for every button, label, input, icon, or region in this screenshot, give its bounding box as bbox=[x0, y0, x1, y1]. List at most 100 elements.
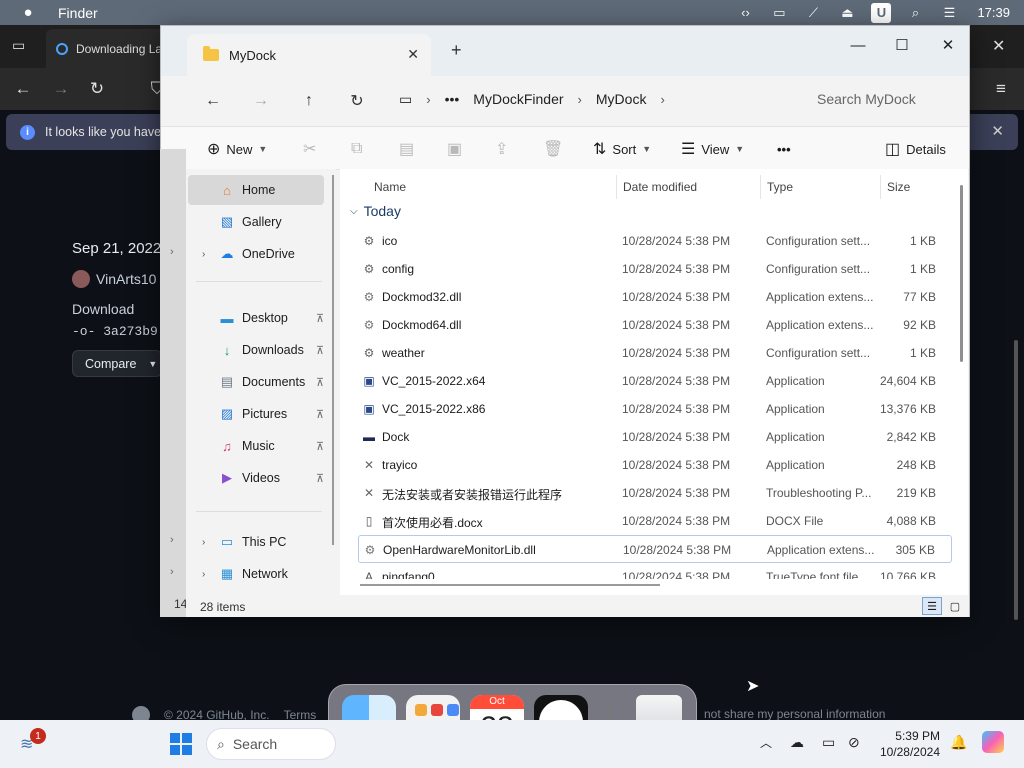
refresh-icon[interactable]: ↻ bbox=[345, 90, 369, 112]
horizontal-scrollbar[interactable] bbox=[360, 584, 660, 586]
display-icon[interactable]: ▭ bbox=[822, 734, 835, 751]
view-button[interactable]: ☰ View ▼ bbox=[681, 127, 744, 171]
table-row[interactable]: ▣ VC_2015-2022.x64 10/28/2024 5:38 PM Appli… bbox=[358, 367, 952, 395]
more-options-button[interactable]: ••• bbox=[777, 127, 791, 171]
back-icon[interactable]: ← bbox=[8, 68, 38, 110]
nav-item-network[interactable]: › ▦ Network bbox=[188, 559, 324, 589]
address-bar[interactable]: ▭ › ••• MyDockFinder › MyDock › bbox=[391, 82, 796, 116]
search-input[interactable]: Search MyDock bbox=[801, 82, 969, 116]
nav-item-music[interactable]: ♫ Music ⊼ bbox=[188, 431, 324, 461]
table-row[interactable]: ⚙ OpenHardwareMonitorLib.dll 10/28/2024 5:… bbox=[358, 535, 952, 563]
rename-button[interactable]: ▣ bbox=[447, 127, 462, 171]
table-row[interactable]: ⚙ weather 10/28/2024 5:38 PM Configuration … bbox=[358, 339, 952, 367]
monitor-icon[interactable]: ▭ bbox=[769, 3, 789, 23]
table-row[interactable]: ▣ VC_2015-2022.x86 10/28/2024 5:38 PM Appli… bbox=[358, 395, 952, 423]
copilot-icon[interactable] bbox=[982, 731, 1004, 753]
copy-button[interactable]: ⧉ bbox=[351, 127, 362, 171]
apple-menu-icon[interactable]: ● bbox=[20, 4, 36, 21]
network-off-icon[interactable]: ⊘ bbox=[848, 734, 860, 751]
chevron-right-icon[interactable]: › bbox=[202, 249, 205, 260]
file-date: 10/28/2024 5:38 PM bbox=[622, 570, 731, 579]
menubar-clock[interactable]: 17:39 bbox=[977, 5, 1010, 20]
close-icon[interactable]: ✕ bbox=[925, 30, 971, 60]
browser-menu-icon[interactable]: ≡ bbox=[986, 68, 1016, 110]
pin-icon[interactable]: ⊼ bbox=[316, 408, 324, 421]
compare-button[interactable]: Compare ▼ bbox=[72, 350, 162, 377]
nav-item-desktop[interactable]: ▬ Desktop ⊼ bbox=[188, 303, 325, 333]
chevron-right-icon[interactable]: › bbox=[202, 537, 205, 548]
pin-icon[interactable]: ⊼ bbox=[316, 344, 324, 357]
table-row[interactable]: ✕ 无法安装或者安装报错运行此程序 10/28/2024 5:38 PM Troubl… bbox=[358, 479, 952, 507]
forward-icon[interactable]: → bbox=[46, 68, 76, 110]
share-button[interactable]: ⇪ bbox=[495, 127, 508, 171]
nav-scrollbar[interactable] bbox=[332, 175, 334, 545]
chevron-down-icon: ▼ bbox=[735, 144, 745, 154]
commit-hash[interactable]: -o- 3a273b9 bbox=[72, 324, 158, 339]
tiles-view-icon[interactable]: ▢ bbox=[946, 597, 964, 615]
code-icon[interactable]: ‹› bbox=[735, 3, 755, 23]
delete-button[interactable]: 🗑 bbox=[543, 127, 563, 171]
nav-item-gallery[interactable]: ▧ Gallery bbox=[188, 207, 324, 237]
tab-list-icon[interactable]: ▭ bbox=[12, 37, 25, 54]
app-menu-finder[interactable]: Finder bbox=[58, 5, 98, 21]
reload-icon[interactable]: ↻ bbox=[82, 68, 112, 110]
paste-button[interactable]: ▤ bbox=[399, 127, 414, 171]
start-button[interactable] bbox=[170, 733, 192, 755]
breadcrumb-mydock[interactable]: MyDock bbox=[596, 91, 647, 107]
nav-item-thispc[interactable]: › ▭ This PC bbox=[188, 527, 324, 557]
download-link[interactable]: Download bbox=[72, 301, 134, 317]
explorer-tab[interactable]: MyDock ✕ bbox=[187, 34, 431, 76]
back-icon[interactable]: ← bbox=[201, 90, 225, 112]
details-view-icon[interactable]: ☰ bbox=[922, 597, 942, 615]
gallery-icon: ▧ bbox=[220, 214, 234, 229]
nav-item-documents[interactable]: ▤ Documents ⊼ bbox=[188, 367, 324, 397]
cloud-off-icon[interactable]: ☁ bbox=[790, 734, 804, 751]
details-button[interactable]: ◫ Details bbox=[885, 127, 946, 171]
up-icon[interactable]: ↑ bbox=[297, 90, 321, 112]
footer-privacy-link[interactable]: not share my personal information bbox=[704, 707, 885, 721]
taskbar-clock[interactable]: 5:39 PM 10/28/2024 bbox=[876, 728, 940, 760]
chevron-right-icon[interactable]: › bbox=[202, 569, 205, 580]
release-author[interactable]: VinArts10 bbox=[72, 270, 156, 288]
chevron-up-icon[interactable]: ︿ bbox=[760, 734, 772, 751]
new-button[interactable]: ⊕ New ▼ bbox=[207, 127, 267, 171]
wifi-off-icon[interactable]: ⟋ bbox=[803, 3, 823, 23]
table-row[interactable]: ▯ 首次使用必看.docx 10/28/2024 5:38 PM DOCX File 4… bbox=[358, 507, 952, 535]
more-icon[interactable]: ••• bbox=[445, 91, 460, 107]
table-row[interactable]: ⚙ Dockmod64.dll 10/28/2024 5:38 PM Applicat… bbox=[358, 311, 952, 339]
browser-tab[interactable]: Downloading La bbox=[46, 29, 166, 68]
notice-close-icon[interactable]: ✕ bbox=[991, 122, 1004, 140]
taskbar-search[interactable]: ⌕ Search bbox=[206, 728, 336, 760]
nav-item-downloads[interactable]: ↓ Downloads ⊼ bbox=[188, 335, 324, 365]
nav-item-onedrive[interactable]: › ☁ OneDrive bbox=[188, 239, 324, 269]
nav-item-pictures[interactable]: ▨ Pictures ⊼ bbox=[188, 399, 324, 429]
nav-item-home[interactable]: ⌂ Home bbox=[188, 175, 324, 205]
pin-icon[interactable]: ⊼ bbox=[316, 312, 324, 325]
table-row[interactable]: ⚙ Dockmod32.dll 10/28/2024 5:38 PM Applicat… bbox=[358, 283, 952, 311]
browser-scrollbar[interactable] bbox=[1014, 340, 1018, 620]
cut-button[interactable]: ✂ bbox=[303, 127, 316, 171]
notification-bell-icon[interactable]: 🔔 bbox=[950, 734, 967, 751]
vertical-scrollbar[interactable] bbox=[960, 185, 963, 362]
sort-button[interactable]: ⇅ Sort ▼ bbox=[593, 127, 651, 171]
eject-icon[interactable]: ⏏ bbox=[837, 3, 857, 23]
table-row[interactable]: Apingfang0 10/28/2024 5:38 PM TrueType fon… bbox=[358, 563, 952, 579]
search-icon[interactable]: ⌕ bbox=[905, 3, 925, 23]
nav-item-videos[interactable]: ▶ Videos ⊼ bbox=[188, 463, 324, 493]
table-row[interactable]: ▬ Dock 10/28/2024 5:38 PM Application 2,842 … bbox=[358, 423, 952, 451]
tab-close-icon[interactable]: ✕ bbox=[407, 46, 419, 63]
new-tab-icon[interactable]: + bbox=[451, 40, 462, 61]
table-row[interactable]: ⚙ config 10/28/2024 5:38 PM Configuration s… bbox=[358, 255, 952, 283]
breadcrumb-mydockfinder[interactable]: MyDockFinder bbox=[473, 91, 563, 107]
pin-icon[interactable]: ⊼ bbox=[316, 376, 324, 389]
table-row[interactable]: ⚙ ico 10/28/2024 5:38 PM Configuration sett… bbox=[358, 227, 952, 255]
u-icon[interactable]: U bbox=[871, 2, 892, 23]
maximize-icon[interactable]: ☐ bbox=[879, 30, 925, 60]
minimize-icon[interactable]: — bbox=[835, 30, 881, 60]
control-center-icon[interactable]: ☰ bbox=[939, 3, 959, 23]
table-row[interactable]: ✕ trayico 10/28/2024 5:38 PM Application 248… bbox=[358, 451, 952, 479]
browser-close-icon[interactable]: ✕ bbox=[992, 36, 1005, 56]
pin-icon[interactable]: ⊼ bbox=[316, 472, 324, 485]
forward-icon[interactable]: → bbox=[249, 90, 273, 112]
pin-icon[interactable]: ⊼ bbox=[316, 440, 324, 453]
